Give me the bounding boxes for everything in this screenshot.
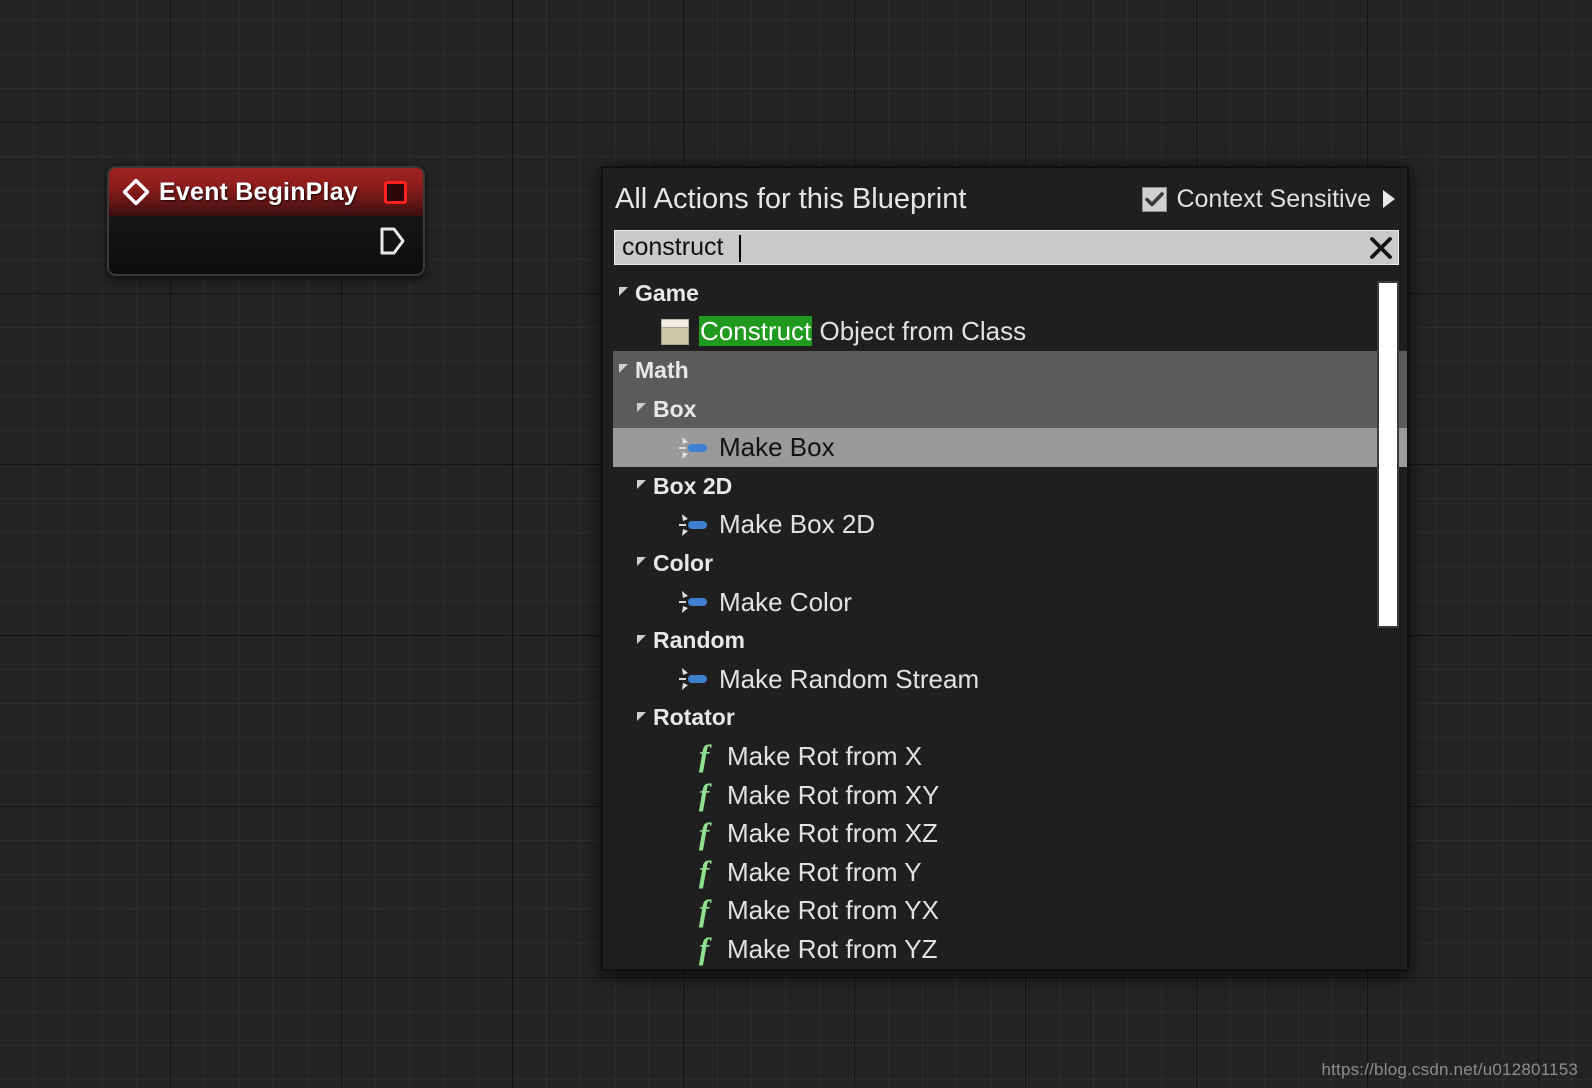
search-field[interactable] — [614, 230, 1399, 265]
scrollbar-thumb[interactable] — [1377, 280, 1399, 629]
expand-collapse-arrow-icon[interactable] — [637, 634, 646, 644]
action-item-row[interactable]: Make Box 2D — [613, 506, 1407, 545]
function-icon: f — [698, 931, 710, 967]
action-item-label: Make Box 2D — [719, 509, 876, 540]
function-icon: f — [698, 815, 710, 851]
node-title: Event BeginPlay — [159, 177, 358, 206]
action-item-row[interactable]: f Make Rot from YX — [613, 892, 1407, 931]
expand-collapse-arrow-icon[interactable] — [619, 287, 628, 297]
action-item-row[interactable]: Make Color — [613, 583, 1407, 622]
delegate-output-pin[interactable] — [384, 180, 407, 204]
action-item-label: Make Color — [719, 586, 852, 617]
action-category-row[interactable]: Box — [613, 389, 1407, 429]
exec-output-pin[interactable] — [378, 226, 406, 256]
action-category-row[interactable]: Box 2D — [613, 467, 1407, 506]
watermark: https://blog.csdn.net/u012801153 — [1321, 1060, 1578, 1079]
action-category-row[interactable]: Math — [613, 351, 1407, 390]
function-icon: f — [698, 777, 710, 813]
expand-collapse-arrow-icon[interactable] — [637, 403, 646, 413]
action-category-row[interactable]: Game — [613, 274, 1407, 313]
category-label: Color — [653, 549, 714, 576]
action-item-label: Make Rot from Y — [727, 856, 922, 887]
category-label: Random — [653, 627, 745, 654]
action-item-label: Make Rot from YX — [727, 895, 939, 926]
action-menu-panel: All Actions for this Blueprint Context S… — [601, 166, 1409, 971]
action-item-row[interactable]: f Make Rot from Y — [613, 853, 1407, 892]
close-icon[interactable] — [1364, 231, 1398, 264]
function-icon: f — [698, 738, 710, 774]
event-beginplay-node[interactable]: Event BeginPlay — [107, 166, 425, 276]
action-item-row[interactable]: Make Box — [613, 428, 1407, 467]
make-struct-icon — [679, 512, 709, 538]
event-diamond-icon — [122, 178, 150, 206]
action-list[interactable]: Game Construct Object from Class Math Box Ma… — [613, 274, 1407, 969]
action-menu-title: All Actions for this Blueprint — [615, 182, 967, 215]
function-icon: f — [698, 854, 710, 890]
action-item-label: Make Box — [719, 432, 835, 463]
action-item-label: Make Rot from YZ — [727, 933, 938, 964]
action-item-row[interactable]: f Make Rot from XZ — [613, 814, 1407, 853]
function-icon: f — [698, 892, 710, 928]
make-struct-icon — [679, 666, 709, 692]
action-list-container: Game Construct Object from Class Math Box Ma… — [603, 274, 1407, 969]
action-item-row[interactable]: f Make Rot from XY — [613, 776, 1407, 815]
category-label: Rotator — [653, 704, 735, 731]
expand-collapse-arrow-icon[interactable] — [637, 557, 646, 567]
text-caret — [739, 235, 741, 262]
category-label: Game — [635, 279, 699, 306]
node-body — [109, 216, 423, 274]
chevron-right-icon[interactable] — [1383, 190, 1395, 208]
category-label: Math — [635, 356, 689, 383]
action-item-label: Construct Object from Class — [699, 316, 1027, 347]
make-struct-icon — [679, 589, 709, 615]
action-item-row[interactable]: f Make Rot from YZ — [613, 930, 1407, 969]
search-input[interactable] — [615, 231, 1364, 264]
expand-collapse-arrow-icon[interactable] — [619, 364, 628, 374]
action-item-label: Make Random Stream — [719, 663, 980, 694]
action-category-row[interactable]: Rotator — [613, 699, 1407, 738]
context-sensitive-label: Context Sensitive — [1176, 184, 1371, 213]
action-menu-header: All Actions for this Blueprint Context S… — [603, 168, 1407, 230]
category-label: Box 2D — [653, 472, 733, 499]
action-item-row[interactable]: f Make Rot from X — [613, 737, 1407, 776]
search-match-highlight: Construct — [699, 316, 813, 347]
category-label: Box — [653, 395, 697, 422]
action-item-label: Make Rot from XZ — [727, 818, 938, 849]
node-header: Event BeginPlay — [109, 168, 423, 216]
class-object-icon — [661, 318, 689, 345]
action-category-row[interactable]: Color — [613, 544, 1407, 583]
action-item-label: Make Rot from X — [727, 740, 923, 771]
expand-collapse-arrow-icon[interactable] — [637, 480, 646, 490]
expand-collapse-arrow-icon[interactable] — [637, 711, 646, 721]
action-item-row[interactable]: Make Random Stream — [613, 660, 1407, 699]
action-item-row[interactable]: Construct Object from Class — [613, 313, 1407, 352]
list-scrollbar[interactable] — [1377, 274, 1399, 969]
action-category-row[interactable]: Random — [613, 621, 1407, 660]
context-sensitive-toggle[interactable]: Context Sensitive — [1142, 185, 1395, 214]
make-struct-icon — [679, 435, 709, 461]
action-item-label: Make Rot from XY — [727, 779, 940, 810]
context-sensitive-checkbox[interactable] — [1142, 186, 1168, 212]
